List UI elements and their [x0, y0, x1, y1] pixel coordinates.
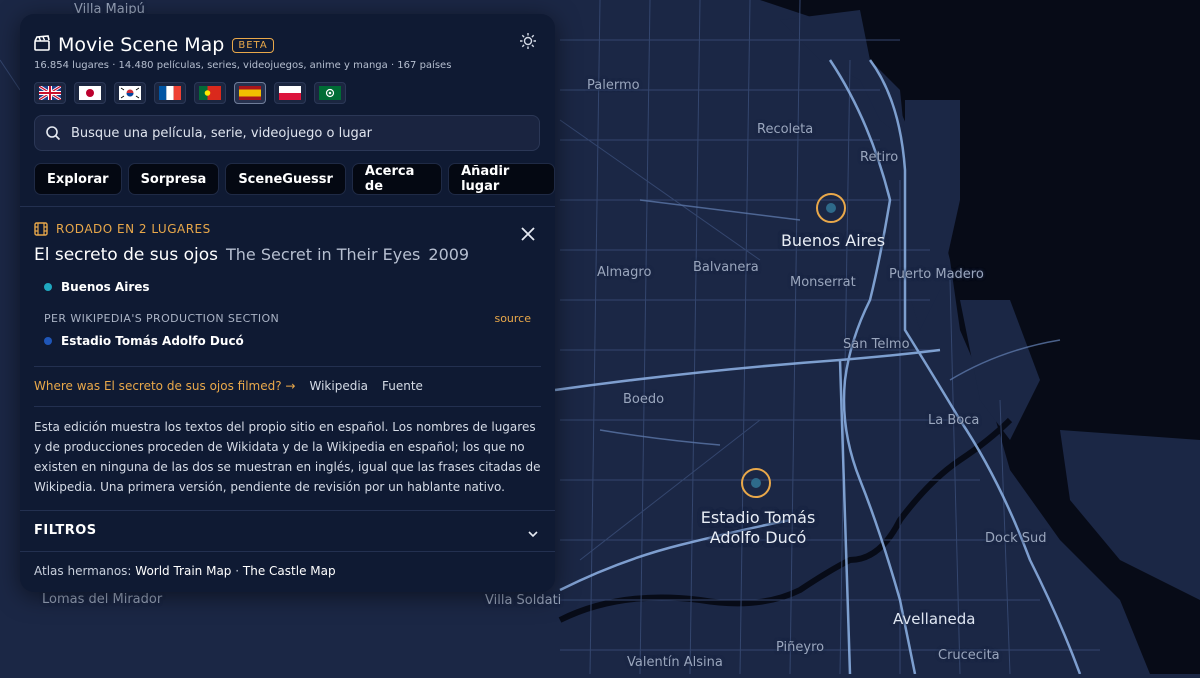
search-input[interactable] — [69, 124, 523, 142]
french-flag-button[interactable] — [154, 82, 186, 104]
add-place-button[interactable]: Añadir lugar — [448, 163, 555, 195]
map-label-dock-sud: Dock Sud — [985, 531, 1047, 546]
theme-toggle-sun-icon[interactable] — [519, 32, 537, 50]
map-pin-estadio[interactable] — [741, 468, 771, 498]
map-label-crucecita: Crucecita — [938, 648, 1000, 663]
movie-year: 2009 — [428, 245, 470, 264]
sister-atlases-label: Atlas hermanos: — [34, 564, 132, 578]
location-label: Estadio Tomás Adolfo Ducó — [61, 334, 244, 348]
map-label-almagro: Almagro — [597, 265, 652, 280]
film-icon — [34, 222, 48, 236]
search-icon — [45, 125, 61, 141]
search-box[interactable] — [34, 115, 540, 151]
map-label-pineyro: Piñeyro — [776, 640, 825, 655]
location-dot — [44, 283, 52, 291]
divider — [34, 366, 541, 367]
filters-toggle[interactable]: FILTROS — [34, 523, 97, 538]
world-train-map-link[interactable]: World Train Map — [135, 564, 231, 578]
map-label-puerto-madero: Puerto Madero — [889, 267, 984, 282]
filmed-locations-header: RODADO EN 2 LUGARES — [34, 222, 211, 236]
nav-buttons: Explorar Sorpresa SceneGuessr Acerca de … — [34, 163, 555, 195]
source-link[interactable]: source — [494, 312, 531, 325]
map-label-retiro: Retiro — [860, 150, 899, 165]
surprise-button[interactable]: Sorpresa — [127, 163, 220, 195]
polish-flag-button[interactable] — [274, 82, 306, 104]
sceneguessr-button[interactable]: SceneGuessr — [225, 163, 346, 195]
castle-map-link[interactable]: The Castle Map — [243, 564, 336, 578]
map-pin-label-buenos-aires[interactable]: Buenos Aires — [770, 231, 896, 251]
map-label-palermo: Palermo — [587, 78, 640, 93]
location-item-buenos-aires[interactable]: Buenos Aires — [44, 280, 150, 294]
map-pin-buenos-aires[interactable] — [816, 193, 846, 223]
production-section-label: PER WIKIPEDIA'S PRODUCTION SECTION — [44, 312, 280, 325]
map-label-valentin-alsina: Valentín Alsina — [627, 655, 723, 670]
beta-badge: BETA — [232, 37, 274, 53]
english-flag-button[interactable] — [34, 82, 66, 104]
chevron-down-icon[interactable] — [527, 525, 539, 538]
location-dot — [44, 337, 52, 345]
japanese-flag-button[interactable] — [74, 82, 106, 104]
fuente-link[interactable]: Fuente — [382, 379, 423, 393]
about-button[interactable]: Acerca de — [351, 163, 443, 195]
arabic-flag-button[interactable] — [314, 82, 346, 104]
side-panel: Movie Scene Map BETA 16.854 lugares · 14… — [20, 14, 555, 592]
portuguese-flag-button[interactable] — [194, 82, 226, 104]
map-label-lomas-del-mirador: Lomas del Mirador — [42, 592, 163, 607]
map-label-villa-soldati: Villa Soldati — [485, 593, 562, 608]
location-label: Buenos Aires — [61, 280, 150, 294]
app-header: Movie Scene Map BETA — [34, 34, 274, 56]
map-label-la-boca: La Boca — [928, 413, 980, 428]
wikipedia-link[interactable]: Wikipedia — [309, 379, 368, 393]
map-label-boedo: Boedo — [623, 392, 665, 407]
translation-note: Esta edición muestra los textos del prop… — [34, 420, 541, 494]
movie-original-title: The Secret in Their Eyes — [226, 245, 421, 264]
map-label-monserrat: Monserrat — [790, 275, 856, 290]
movie-title: El secreto de sus ojos — [34, 245, 219, 265]
location-item-estadio[interactable]: Estadio Tomás Adolfo Ducó — [44, 334, 244, 348]
explore-button[interactable]: Explorar — [34, 163, 122, 195]
divider — [20, 510, 555, 511]
map-pin-label-estadio[interactable]: Estadio Tomás Adolfo Ducó — [696, 508, 820, 548]
app-title: Movie Scene Map — [58, 34, 225, 56]
language-flags — [34, 82, 346, 104]
map-label-recoleta: Recoleta — [757, 122, 814, 137]
divider — [34, 406, 541, 407]
divider — [20, 551, 555, 552]
where-filmed-link[interactable]: Where was El secreto de sus ojos filmed?… — [34, 379, 295, 393]
korean-flag-button[interactable] — [114, 82, 146, 104]
clapperboard-icon — [34, 35, 50, 55]
map-label-balvanera: Balvanera — [693, 260, 759, 275]
sister-atlases: Atlas hermanos: World Train Map · The Ca… — [34, 564, 336, 578]
detail-links: Where was El secreto de sus ojos filmed?… — [34, 379, 423, 393]
filmed-count-label: RODADO EN 2 LUGARES — [56, 222, 211, 236]
map-label-avellaneda: Avellaneda — [893, 610, 976, 628]
app-stats: 16.854 lugares · 14.480 películas, serie… — [34, 60, 452, 71]
separator: · — [235, 564, 240, 578]
map-label-san-telmo: San Telmo — [843, 337, 910, 352]
spanish-flag-button[interactable] — [234, 82, 266, 104]
divider — [20, 206, 555, 207]
close-icon[interactable] — [521, 226, 535, 241]
movie-heading: El secreto de sus ojos The Secret in The… — [34, 245, 469, 265]
